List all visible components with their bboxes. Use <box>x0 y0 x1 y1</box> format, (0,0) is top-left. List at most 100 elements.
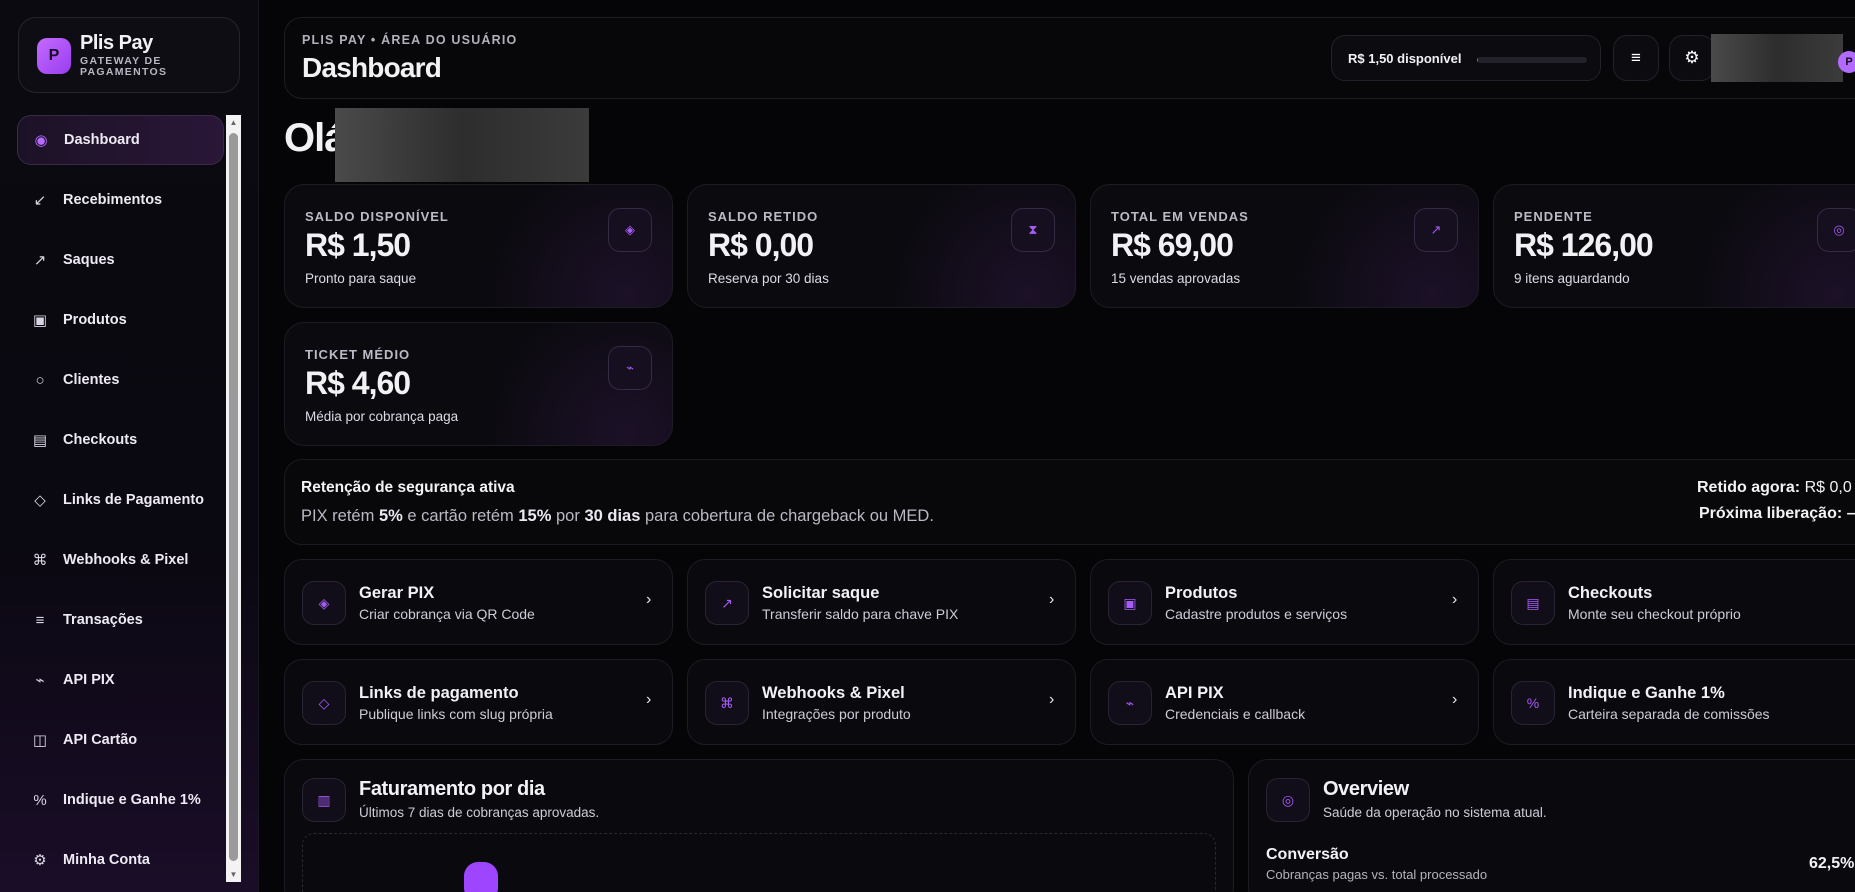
stat-sub: 15 vendas aprovadas <box>1111 271 1241 286</box>
sidebar-item-recebimentos[interactable]: ↙ Recebimentos <box>17 175 224 225</box>
overview-panel: ◎ Overview Saúde da operação no sistema … <box>1248 759 1855 892</box>
quick-action-title: Produtos <box>1165 584 1238 602</box>
sidebar-item-label: API Cartão <box>63 732 138 748</box>
gear-icon: ⚙ <box>33 852 47 869</box>
checkout-icon: ▤ <box>1511 581 1555 625</box>
sidebar-item-label: Clientes <box>63 372 120 388</box>
quick-action-title: API PIX <box>1165 684 1224 702</box>
card-percent: 15% <box>518 507 552 525</box>
box-icon: ▣ <box>1108 581 1152 625</box>
sidebar-item-label: Transações <box>63 612 143 628</box>
held-now: Retido agora: R$ 0,0 <box>1697 479 1852 496</box>
sidebar-item-label: Dashboard <box>64 132 140 148</box>
chevron-right-icon: › <box>1452 591 1458 608</box>
stat-value: R$ 1,50 <box>305 227 411 263</box>
quick-action-webhooks-pixel[interactable]: ⌘ Webhooks & Pixel Integrações por produ… <box>687 659 1076 745</box>
stat-label: TICKET MÉDIO <box>305 347 411 362</box>
redacted-user-name <box>335 108 589 182</box>
stat-label: PENDENTE <box>1514 209 1593 224</box>
stat-value: R$ 69,00 <box>1111 227 1234 263</box>
sidebar-item-produtos[interactable]: ▣ Produtos <box>17 295 224 345</box>
quick-action-checkouts[interactable]: ▤ Checkouts Monte seu checkout próprio <box>1493 559 1855 645</box>
quick-action-api-pix[interactable]: ⌁ API PIX Credenciais e callback › <box>1090 659 1479 745</box>
quick-action-sub: Transferir saldo para chave PIX <box>762 606 959 622</box>
sidebar-item-clientes[interactable]: ○ Clientes <box>17 355 224 405</box>
overview-metric-value: 62,5% <box>1809 855 1855 872</box>
stat-sub: 9 itens aguardando <box>1514 271 1630 286</box>
sidebar-item-dashboard[interactable]: ◉ Dashboard <box>17 115 224 165</box>
arrow-out-icon: ↗ <box>33 252 47 269</box>
scroll-up-icon[interactable]: ▲ <box>226 115 241 130</box>
checkout-icon: ▤ <box>32 432 48 449</box>
api-icon: ⌁ <box>35 672 45 689</box>
sidebar-item-label: Webhooks & Pixel <box>63 552 189 568</box>
sidebar-item-links-de-pagamento[interactable]: ◇ Links de Pagamento <box>17 475 224 525</box>
stat-card-saldo-retido: SALDO RETIDO R$ 0,00 Reserva por 30 dias… <box>687 184 1076 308</box>
stat-sub: Reserva por 30 dias <box>708 271 829 286</box>
topbar: PLIS PAY • ÁREA DO USUÁRIO Dashboard R$ … <box>284 17 1855 99</box>
menu-button[interactable]: ≡ <box>1613 35 1659 81</box>
revenue-panel-sub: Últimos 7 dias de cobranças aprovadas. <box>359 805 600 820</box>
sidebar-scrollbar[interactable]: ▲ ▼ <box>226 115 241 882</box>
quick-action-produtos[interactable]: ▣ Produtos Cadastre produtos e serviços … <box>1090 559 1479 645</box>
brand-subtitle: GATEWAY DE PAGAMENTOS <box>80 55 168 78</box>
stat-label: TOTAL EM VENDAS <box>1111 209 1249 224</box>
settings-button[interactable]: ⚙ <box>1669 35 1715 81</box>
target-icon: ◎ <box>1266 778 1310 822</box>
quick-action-links-de-pagamento[interactable]: ◇ Links de pagamento Publique links com … <box>284 659 673 745</box>
sidebar-item-label: Checkouts <box>63 432 138 448</box>
list-icon: ≡ <box>35 611 45 629</box>
sidebar-item-saques[interactable]: ↗ Saques <box>17 235 224 285</box>
sidebar-item-transacoes[interactable]: ≡ Transações <box>17 595 224 645</box>
api-icon: ⌁ <box>1108 681 1152 725</box>
scrollbar-thumb[interactable] <box>229 133 238 861</box>
trend-up-icon: ↗ <box>1414 208 1458 252</box>
quick-action-sub: Carteira separada de comissões <box>1568 706 1770 722</box>
chevron-right-icon: › <box>1452 691 1458 708</box>
stat-value: R$ 0,00 <box>708 227 814 263</box>
brand-logo: P <box>37 38 71 74</box>
retention-title: Retenção de segurança ativa <box>301 479 515 496</box>
sidebar-item-api-cartao[interactable]: ◫ API Cartão <box>17 715 224 765</box>
stat-card-saldo-disponivel: SALDO DISPONÍVEL R$ 1,50 Pronto para saq… <box>284 184 673 308</box>
withdraw-icon: ↗ <box>705 581 749 625</box>
sidebar-item-indique-e-ganhe[interactable]: % Indique e Ganhe 1% <box>17 775 224 825</box>
sidebar-item-label: Recebimentos <box>63 192 163 208</box>
card-icon: ◫ <box>32 732 48 749</box>
sidebar-item-label: API PIX <box>63 672 115 688</box>
quick-action-indique-e-ganhe[interactable]: % Indique e Ganhe 1% Carteira separada d… <box>1493 659 1855 745</box>
quick-action-title: Checkouts <box>1568 584 1653 602</box>
brand-card[interactable]: P Plis Pay GATEWAY DE PAGAMENTOS <box>18 17 240 93</box>
quick-action-title: Links de pagamento <box>359 684 519 702</box>
menu-icon: ≡ <box>1631 48 1641 67</box>
stat-label: SALDO DISPONÍVEL <box>305 209 449 224</box>
link-icon: ◇ <box>34 492 46 509</box>
next-release: Próxima liberação: – <box>1699 505 1855 522</box>
quick-action-sub: Monte seu checkout próprio <box>1568 606 1741 622</box>
sidebar-item-label: Saques <box>63 252 115 268</box>
balance-pill[interactable]: R$ 1,50 disponível <box>1331 35 1601 81</box>
sidebar-item-api-pix[interactable]: ⌁ API PIX <box>17 655 224 705</box>
sidebar-item-minha-conta[interactable]: ⚙ Minha Conta <box>17 835 224 885</box>
overview-sub: Saúde da operação no sistema atual. <box>1323 805 1547 820</box>
sidebar-item-webhooks-pixel[interactable]: ⌘ Webhooks & Pixel <box>17 535 224 585</box>
retention-text: PIX retém 5% e cartão retém 15% por 30 d… <box>301 507 934 525</box>
redacted-user-block <box>1711 34 1843 82</box>
scroll-down-icon[interactable]: ▼ <box>226 867 241 882</box>
percent-icon: % <box>1511 681 1555 725</box>
quick-action-solicitar-saque[interactable]: ↗ Solicitar saque Transferir saldo para … <box>687 559 1076 645</box>
pix-icon: ◈ <box>302 581 346 625</box>
chevron-right-icon: › <box>1049 691 1055 708</box>
bar-chart-icon: ▥ <box>302 778 346 822</box>
balance-label: R$ 1,50 disponível <box>1348 51 1462 66</box>
wallet-icon: ◈ <box>608 208 652 252</box>
retention-banner: Retenção de segurança ativa PIX retém 5%… <box>284 459 1855 545</box>
quick-action-gerar-pix[interactable]: ◈ Gerar PIX Criar cobrança via QR Code › <box>284 559 673 645</box>
chevron-right-icon: › <box>1049 591 1055 608</box>
avatar[interactable]: P <box>1838 51 1855 73</box>
quick-action-sub: Credenciais e callback <box>1165 706 1306 722</box>
sidebar-item-checkouts[interactable]: ▤ Checkouts <box>17 415 224 465</box>
link-icon: ◇ <box>302 681 346 725</box>
quick-action-title: Solicitar saque <box>762 584 880 602</box>
percent-icon: % <box>33 791 47 809</box>
